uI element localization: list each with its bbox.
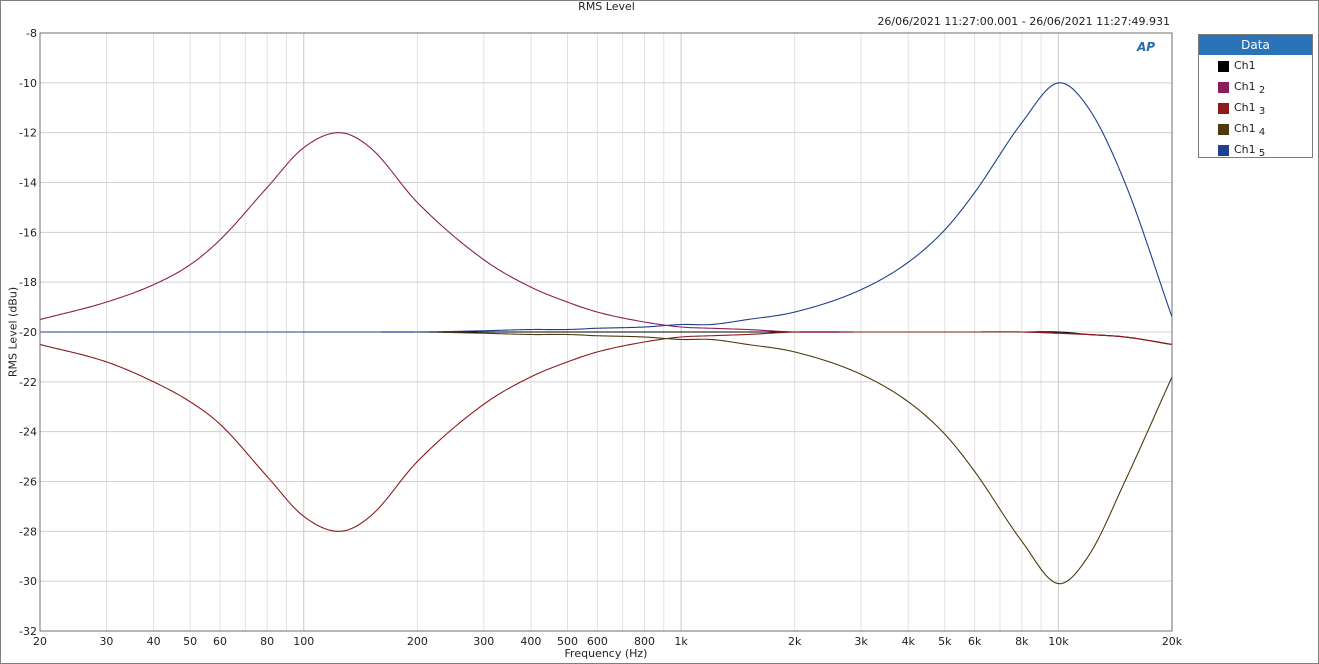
x-tick-label: 30: [99, 635, 113, 648]
x-tick-label: 80: [260, 635, 274, 648]
x-tick-label: 5k: [938, 635, 952, 648]
x-tick-label: 200: [407, 635, 428, 648]
y-tick-label: -18: [19, 276, 37, 289]
x-tick-label: 8k: [1015, 635, 1029, 648]
legend-label: Ch1 4: [1234, 122, 1266, 138]
legend-item-5[interactable]: Ch1 5: [1199, 139, 1312, 160]
legend-swatch: [1218, 61, 1229, 72]
x-tick-label: 40: [147, 635, 161, 648]
legend-item-1[interactable]: Ch1: [1199, 55, 1312, 76]
legend-swatch: [1218, 103, 1229, 114]
y-tick-label: -8: [26, 27, 37, 40]
x-tick-label: 4k: [902, 635, 916, 648]
legend-title: Data: [1199, 35, 1312, 55]
x-tick-label: 1k: [674, 635, 688, 648]
x-tick-label: 800: [634, 635, 655, 648]
legend-items: Ch1 Ch1 2 Ch1 3 Ch1 4 Ch1 5: [1199, 55, 1312, 160]
y-tick-label: -16: [19, 226, 37, 239]
legend-label: Ch1: [1234, 59, 1256, 72]
series-line-2: [39, 132, 1173, 346]
y-tick-label: -20: [19, 326, 37, 339]
legend-item-3[interactable]: Ch1 3: [1199, 97, 1312, 118]
legend-item-4[interactable]: Ch1 4: [1199, 118, 1312, 139]
y-tick-label: -28: [19, 525, 37, 538]
y-tick-label: -14: [19, 177, 37, 190]
y-tick-label: -22: [19, 376, 37, 389]
y-tick-label: -26: [19, 476, 37, 489]
legend-label: Ch1 3: [1234, 101, 1266, 117]
series-line-4: [40, 331, 1173, 585]
legend-label: Ch1 2: [1234, 80, 1266, 96]
series-lines: [39, 82, 1173, 585]
legend-item-2[interactable]: Ch1 2: [1199, 76, 1312, 97]
legend[interactable]: Data Ch1 Ch1 2 Ch1 3 Ch1 4 Ch1 5: [1198, 34, 1313, 160]
y-tick-label: -32: [19, 625, 37, 638]
x-tick-label: 3k: [854, 635, 868, 648]
x-tick-label: 60: [213, 635, 227, 648]
y-tick-label: -10: [19, 77, 37, 90]
legend-swatch: [1218, 145, 1229, 156]
y-tick-label: -24: [19, 426, 37, 439]
x-tick-label: 300: [473, 635, 494, 648]
legend-swatch: [1218, 82, 1229, 93]
x-tick-label: 400: [520, 635, 541, 648]
x-tick-label: 50: [183, 635, 197, 648]
x-tick-label: 500: [557, 635, 578, 648]
legend-swatch: [1218, 124, 1229, 135]
plot-area[interactable]: 20 30 40 50 60 80 100 200 300 400 500 600 800 1k 2k 3k 4…: [0, 0, 1319, 664]
y-tick-label: -12: [19, 127, 37, 140]
x-tick-label: 6k: [968, 635, 982, 648]
x-tick-label: 20k: [1162, 635, 1183, 648]
legend-label: Ch1 5: [1234, 143, 1266, 159]
legend-subscript: 2: [1255, 85, 1266, 96]
legend-subscript: 3: [1255, 106, 1266, 117]
legend-subscript: 4: [1255, 127, 1266, 138]
x-tick-label: 2k: [788, 635, 802, 648]
x-tick-label: 10k: [1048, 635, 1069, 648]
x-tick-label: 600: [587, 635, 608, 648]
series-line-1: [40, 331, 1173, 346]
series-line-5: [40, 82, 1173, 333]
y-tick-label: -30: [19, 575, 37, 588]
x-tick-label: 100: [293, 635, 314, 648]
tick-labels: 20 30 40 50 60 80 100 200 300 400 500 600 800 1k 2k 3k 4…: [19, 27, 1183, 648]
legend-subscript: 5: [1255, 148, 1266, 159]
